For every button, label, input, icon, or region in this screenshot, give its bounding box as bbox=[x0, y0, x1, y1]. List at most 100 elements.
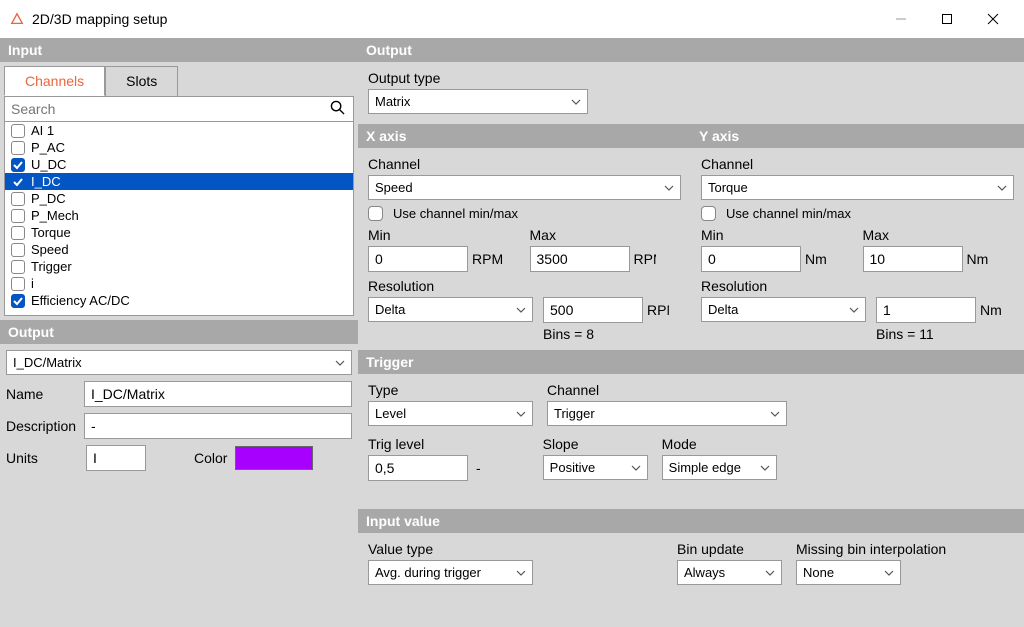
channel-checkbox[interactable] bbox=[11, 260, 25, 274]
channel-item[interactable]: I_DC bbox=[5, 173, 353, 190]
trig-level-label: Trig level bbox=[368, 436, 485, 452]
channel-label: Speed bbox=[31, 242, 69, 257]
missing-bin-label: Missing bin interpolation bbox=[796, 541, 946, 557]
channel-list[interactable]: AI 1 P_AC U_DC I_DC P_DC P_Mech Torque Speed Tri… bbox=[4, 122, 354, 316]
units-label: Units bbox=[6, 450, 78, 466]
name-field[interactable] bbox=[84, 381, 352, 407]
x-channel-select[interactable]: Speed bbox=[368, 175, 681, 200]
y-res-value-field[interactable] bbox=[876, 297, 976, 323]
channel-label: P_AC bbox=[31, 140, 65, 155]
channel-checkbox[interactable] bbox=[11, 124, 25, 138]
output-section-header: Output bbox=[358, 38, 1024, 62]
search-icon[interactable] bbox=[322, 100, 353, 118]
x-max-field[interactable] bbox=[530, 246, 630, 272]
y-min-unit: Nm bbox=[805, 251, 827, 267]
value-type-label: Value type bbox=[368, 541, 533, 557]
channel-checkbox[interactable] bbox=[11, 277, 25, 291]
channel-checkbox[interactable] bbox=[11, 226, 25, 240]
chevron-down-icon bbox=[631, 463, 641, 473]
output-panel-header: Output bbox=[0, 320, 358, 344]
x-use-minmax-checkbox[interactable]: Use channel min/max bbox=[368, 206, 681, 221]
channel-checkbox[interactable] bbox=[11, 175, 25, 189]
trigger-type-label: Type bbox=[368, 382, 533, 398]
description-field[interactable] bbox=[84, 413, 352, 439]
channel-item[interactable]: AI 1 bbox=[5, 122, 353, 139]
channel-label: Efficiency AC/DC bbox=[31, 293, 130, 308]
x-bins-text: Bins = 8 bbox=[543, 326, 681, 342]
channel-checkbox[interactable] bbox=[11, 158, 25, 172]
output-type-select[interactable]: Matrix bbox=[368, 89, 588, 114]
channel-label: P_Mech bbox=[31, 208, 79, 223]
channel-item[interactable]: U_DC bbox=[5, 156, 353, 173]
tab-channels[interactable]: Channels bbox=[4, 66, 105, 96]
channel-checkbox[interactable] bbox=[11, 209, 25, 223]
channel-item[interactable]: Trigger bbox=[5, 258, 353, 275]
output-type-label: Output type bbox=[368, 70, 1014, 86]
name-label: Name bbox=[6, 386, 78, 402]
channel-checkbox[interactable] bbox=[11, 243, 25, 257]
channel-item[interactable]: P_AC bbox=[5, 139, 353, 156]
y-min-field[interactable] bbox=[701, 246, 801, 272]
x-min-label: Min bbox=[368, 227, 520, 243]
channel-item[interactable]: P_DC bbox=[5, 190, 353, 207]
input-value-header: Input value bbox=[358, 509, 1024, 533]
y-bins-text: Bins = 11 bbox=[876, 326, 1014, 342]
chevron-down-icon bbox=[884, 568, 894, 578]
chevron-down-icon bbox=[760, 463, 770, 473]
output-select[interactable]: I_DC/Matrix bbox=[6, 350, 352, 375]
channel-item[interactable]: Efficiency AC/DC bbox=[5, 292, 353, 309]
minimize-button[interactable] bbox=[878, 0, 924, 38]
channel-label: P_DC bbox=[31, 191, 66, 206]
chevron-down-icon bbox=[664, 183, 674, 193]
channel-label: Torque bbox=[31, 225, 71, 240]
x-res-value-field[interactable] bbox=[543, 297, 643, 323]
tab-slots[interactable]: Slots bbox=[105, 66, 178, 96]
bin-update-select[interactable]: Always bbox=[677, 560, 782, 585]
x-max-unit: RPM bbox=[634, 251, 656, 267]
trigger-channel-select[interactable]: Trigger bbox=[547, 401, 787, 426]
missing-bin-select[interactable]: None bbox=[796, 560, 901, 585]
channel-label: AI 1 bbox=[31, 123, 54, 138]
y-channel-label: Channel bbox=[701, 156, 1014, 172]
slope-label: Slope bbox=[543, 436, 648, 452]
channel-checkbox[interactable] bbox=[11, 141, 25, 155]
y-res-type-select[interactable]: Delta bbox=[701, 297, 866, 322]
value-type-select[interactable]: Avg. during trigger bbox=[368, 560, 533, 585]
x-max-label: Max bbox=[530, 227, 682, 243]
channel-label: I_DC bbox=[31, 174, 61, 189]
slope-select[interactable]: Positive bbox=[543, 455, 648, 480]
window-title: 2D/3D mapping setup bbox=[32, 11, 167, 27]
chevron-down-icon bbox=[849, 305, 859, 315]
trig-level-field[interactable] bbox=[368, 455, 468, 481]
y-use-minmax-checkbox[interactable]: Use channel min/max bbox=[701, 206, 1014, 221]
titlebar: 2D/3D mapping setup bbox=[0, 0, 1024, 38]
trigger-channel-label: Channel bbox=[547, 382, 787, 398]
bin-update-label: Bin update bbox=[677, 541, 782, 557]
maximize-button[interactable] bbox=[924, 0, 970, 38]
channel-label: Trigger bbox=[31, 259, 72, 274]
channel-label: i bbox=[31, 276, 34, 291]
channel-item[interactable]: P_Mech bbox=[5, 207, 353, 224]
units-field[interactable] bbox=[86, 445, 146, 471]
mode-select[interactable]: Simple edge bbox=[662, 455, 777, 480]
chevron-down-icon bbox=[516, 305, 526, 315]
channel-checkbox[interactable] bbox=[11, 294, 25, 308]
y-max-label: Max bbox=[863, 227, 1015, 243]
trig-level-unit: - bbox=[472, 460, 485, 476]
channel-item[interactable]: Speed bbox=[5, 241, 353, 258]
close-button[interactable] bbox=[970, 0, 1016, 38]
y-max-field[interactable] bbox=[863, 246, 963, 272]
channel-item[interactable]: Torque bbox=[5, 224, 353, 241]
channel-checkbox[interactable] bbox=[11, 192, 25, 206]
x-min-field[interactable] bbox=[368, 246, 468, 272]
channel-label: U_DC bbox=[31, 157, 66, 172]
color-swatch[interactable] bbox=[235, 446, 313, 470]
search-input[interactable] bbox=[5, 97, 322, 121]
chevron-down-icon bbox=[516, 409, 526, 419]
trigger-type-select[interactable]: Level bbox=[368, 401, 533, 426]
y-channel-select[interactable]: Torque bbox=[701, 175, 1014, 200]
x-res-type-select[interactable]: Delta bbox=[368, 297, 533, 322]
channel-item[interactable]: i bbox=[5, 275, 353, 292]
y-res-label: Resolution bbox=[701, 278, 866, 294]
y-res-unit: Nm bbox=[980, 302, 1002, 318]
